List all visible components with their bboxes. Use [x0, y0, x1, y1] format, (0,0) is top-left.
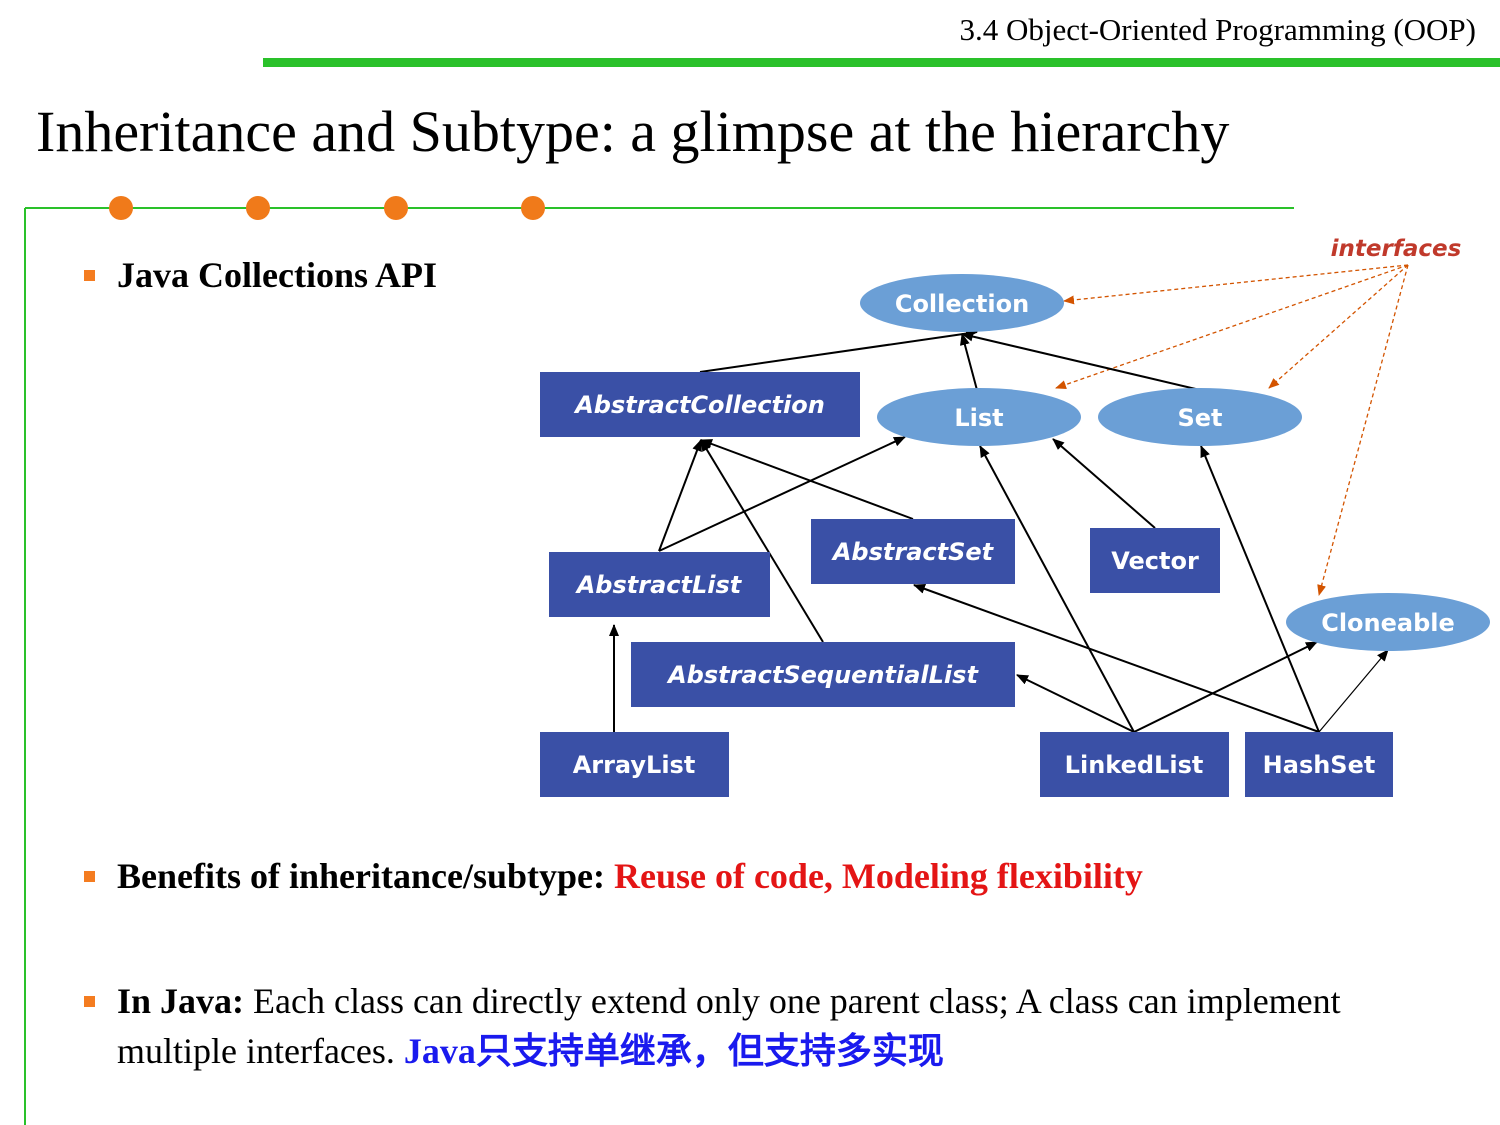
frame-dot: [521, 196, 545, 220]
edge-hashset-cloneable: [1318, 649, 1389, 733]
slide: 3.4 Object-Oriented Programming (OOP) In…: [0, 0, 1500, 1125]
edge-abstractset-abstractcollection: [700, 439, 914, 520]
benefits-lead: Benefits of inheritance/subtype:: [117, 856, 605, 896]
frame-dot: [109, 196, 133, 220]
note-pointer-cloneable: [1317, 264, 1409, 596]
bullet-collections-text: Java Collections API: [117, 255, 437, 295]
svg-text:AbstractSequentialList: AbstractSequentialList: [666, 661, 979, 689]
bullet-marker: [84, 871, 95, 882]
java-cn-note: Java只支持单继承，但支持多实现: [403, 1031, 944, 1071]
interface-node-list: List: [877, 388, 1081, 446]
svg-text:AbstractSet: AbstractSet: [831, 538, 995, 566]
interface-node-cloneable: Cloneable: [1286, 593, 1490, 651]
note-pointer-set: [1268, 264, 1409, 389]
bullet-benefits: Benefits of inheritance/subtype: Reuse o…: [84, 851, 1317, 901]
svg-text:LinkedList: LinkedList: [1065, 751, 1204, 779]
svg-text:Vector: Vector: [1111, 547, 1199, 575]
bullet-marker: [84, 996, 95, 1007]
bullet-java: In Java: Each class can directly extend …: [84, 976, 1417, 1076]
svg-text:List: List: [954, 404, 1003, 432]
edge-linkedlist-cloneable: [1133, 641, 1318, 733]
class-node-abstract-sequential-list: AbstractSequentialList: [631, 642, 1015, 707]
class-node-abstract-collection: AbstractCollection: [540, 372, 860, 437]
hierarchy-diagram: interfaces Collection List Set Cloneable…: [24, 196, 1490, 1125]
svg-text:HashSet: HashSet: [1263, 751, 1376, 779]
svg-text:Set: Set: [1177, 404, 1222, 432]
class-node-abstract-set: AbstractSet: [811, 519, 1015, 584]
interface-node-collection: Collection: [860, 274, 1064, 332]
frame-dot: [246, 196, 270, 220]
edge-vector-list: [1052, 438, 1156, 529]
svg-text:AbstractList: AbstractList: [575, 571, 743, 599]
edge-list-collection: [960, 333, 978, 391]
svg-text:AbstractCollection: AbstractCollection: [573, 391, 825, 419]
interfaces-note: interfaces: [1331, 236, 1462, 262]
class-node-arraylist: ArrayList: [540, 732, 729, 797]
class-node-abstract-list: AbstractList: [549, 552, 770, 617]
java-lead: In Java:: [117, 981, 245, 1021]
bullet-marker: [84, 270, 95, 281]
interface-node-set: Set: [1098, 388, 1302, 446]
svg-text:Cloneable: Cloneable: [1321, 609, 1455, 637]
benefits-highlight: Reuse of code, Modeling flexibility: [613, 856, 1143, 896]
class-node-linkedlist: LinkedList: [1040, 732, 1229, 797]
svg-text:ArrayList: ArrayList: [573, 751, 696, 779]
frame-dot: [384, 196, 408, 220]
svg-text:Collection: Collection: [895, 290, 1029, 318]
note-pointer-collection: [1063, 264, 1409, 305]
bullet-collections: Java Collections API: [84, 250, 437, 300]
class-node-hashset: HashSet: [1245, 732, 1393, 797]
edge-linkedlist-abstractsequentiallist: [1016, 674, 1135, 733]
edge-set-collection: [961, 331, 1201, 391]
class-node-vector: Vector: [1090, 528, 1220, 593]
edge-abstractcollection-collection: [699, 328, 978, 373]
